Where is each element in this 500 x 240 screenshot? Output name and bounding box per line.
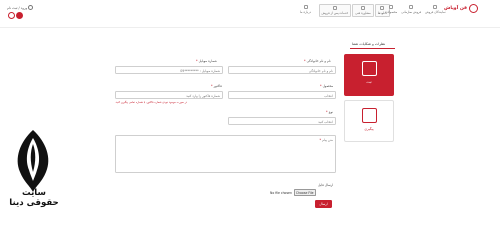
invoice-label: فاکتور * <box>211 84 222 88</box>
main-nav: درباره ما <box>298 4 313 15</box>
invoice-field[interactable]: شماره فاکتور را وارد کنید <box>115 91 223 99</box>
tab-tracking[interactable]: پیگیری <box>344 100 394 142</box>
location-icon[interactable] <box>8 12 15 19</box>
brand-logo[interactable]: فن آوپاش <box>444 4 478 13</box>
building-icon <box>409 5 414 9</box>
invoice-hint: در صورت موجود نبودن شماره فاکتور، با شما… <box>115 101 188 104</box>
type-select[interactable]: انتخاب کنید <box>228 117 336 125</box>
nav-item-enterprise[interactable]: فروش سازمانی <box>399 4 423 15</box>
watermark-text: سایت حقوقی دینا <box>9 188 59 208</box>
login-label: ورود / ثبت نام <box>7 5 28 10</box>
name-field[interactable]: نام و نام خانوادگی <box>228 66 336 74</box>
submit-button[interactable]: ارسال <box>315 200 332 208</box>
nav-item-about[interactable]: درباره ما <box>298 4 313 15</box>
title-underline <box>350 48 395 49</box>
main-nav-right: نمایندگان فروش فروش سازمانی محصولات <box>383 4 448 15</box>
cart-icon[interactable] <box>16 12 23 19</box>
about-icon <box>303 5 308 9</box>
header: ورود / ثبت نام درباره ما دانلودها مشاوره… <box>0 0 500 28</box>
nav-item-consulting[interactable]: مشاوره فنی <box>352 4 374 17</box>
user-icon <box>28 5 34 10</box>
nav-item-products[interactable]: محصولات <box>383 4 399 15</box>
page-title: نظرات و شکایات شما <box>352 42 386 46</box>
mobile-label: شماره موبایل * <box>196 59 217 63</box>
file-input[interactable]: No file chosen Choose File <box>270 189 316 196</box>
support-icon <box>332 6 337 10</box>
message-placeholder: متن پیام <box>322 138 333 142</box>
logo-mark-icon <box>468 4 478 13</box>
nav-item-after-sales[interactable]: خدمات پس از فروش <box>318 4 352 17</box>
info-icon <box>361 6 366 10</box>
name-label: نام و نام خانوادگی * <box>304 59 331 63</box>
type-label: نوع * <box>326 110 334 114</box>
brand-name: فن آوپاش <box>444 6 467 11</box>
file-status: No file chosen <box>270 190 292 195</box>
product-label: محصول * <box>320 84 334 88</box>
login-link[interactable]: ورود / ثبت نام <box>7 5 34 10</box>
shop-icon <box>433 5 438 9</box>
main-nav-boxed: دانلودها مشاوره فنی خدمات پس از فروش <box>318 4 391 17</box>
clipboard-icon <box>361 61 377 76</box>
file-label: ارسال فایل <box>318 183 334 187</box>
product-select[interactable]: انتخاب <box>228 91 336 99</box>
tab-submit-label: ثبت <box>366 80 372 84</box>
choose-file-button[interactable]: Choose File <box>293 189 316 196</box>
tab-submit[interactable]: ثبت <box>344 54 394 96</box>
message-textarea[interactable]: متن پیام * <box>115 135 336 173</box>
grid-icon <box>389 5 394 9</box>
tab-tracking-label: پیگیری <box>364 127 374 131</box>
mobile-field[interactable]: شماره موبایل : *********09 <box>115 66 223 74</box>
tracking-icon <box>361 108 377 123</box>
